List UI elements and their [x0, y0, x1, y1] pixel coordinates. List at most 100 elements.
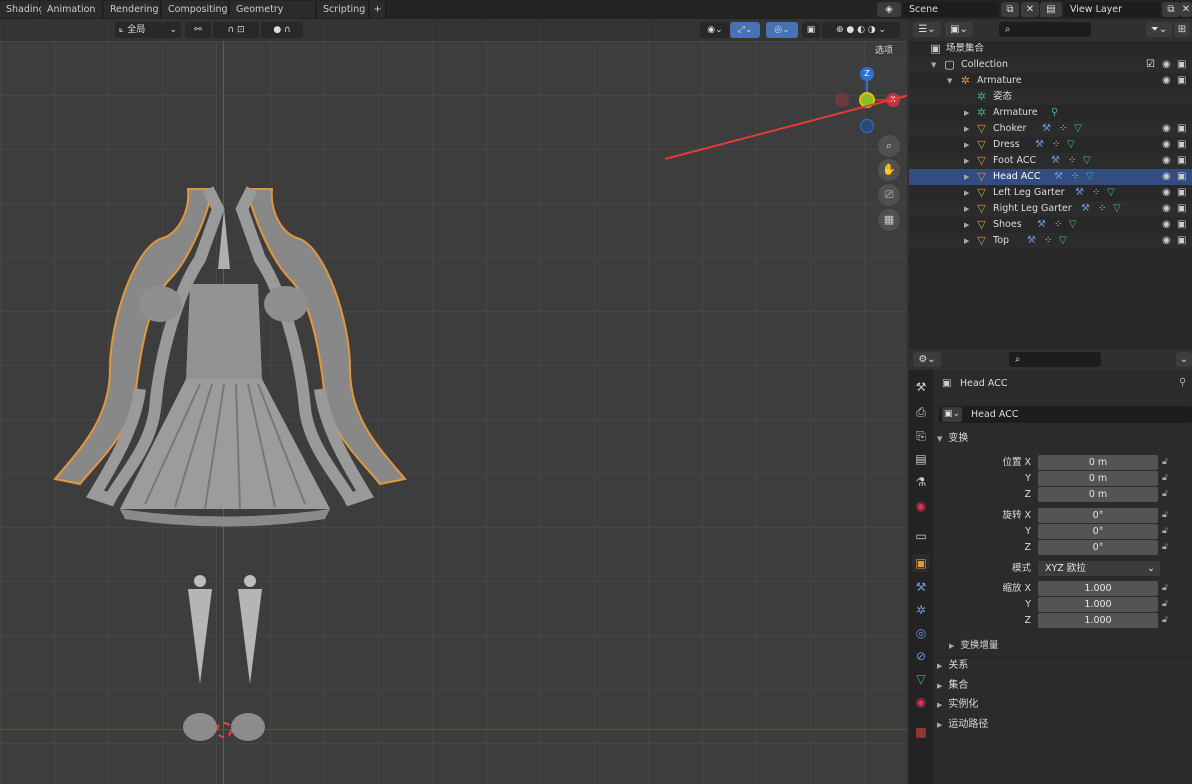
eye-icon[interactable]: ◉ [1162, 218, 1171, 232]
lock-icon[interactable]: 🔓︎ [1162, 455, 1168, 470]
display-mode-button[interactable]: ▣⌄ [945, 22, 973, 37]
outliner-row-dress[interactable]: ▶ ▽ Dress ⚒ ⁘ ▽ ◉ ▣ [909, 137, 1192, 153]
location-x-field[interactable]: 0 m [1038, 455, 1158, 470]
camera-icon[interactable]: ▣ [1177, 58, 1186, 72]
outliner-row-armature-data[interactable]: ▶ ✲ Armature ⚲ [909, 105, 1192, 121]
rotation-z-field[interactable]: 0° [1038, 540, 1158, 555]
add-workspace-button[interactable]: + [370, 1, 386, 18]
render-tab-icon[interactable]: ⎙ [912, 403, 930, 421]
pin-icon[interactable]: ⚲ [1179, 377, 1186, 388]
eye-icon[interactable]: ◉ [1162, 74, 1171, 88]
rotation-x-field[interactable]: 0° [1038, 508, 1158, 523]
lock-icon[interactable]: 🔓︎ [1162, 597, 1168, 612]
eye-icon[interactable]: ◉ [1162, 154, 1171, 168]
collections-panel-header[interactable]: ▶ 集合 [937, 678, 968, 694]
copy-view-layer-icon[interactable]: ⧉ [1162, 2, 1180, 17]
tab-shading[interactable]: Shading [0, 1, 45, 18]
filter-button[interactable]: ⏷⌄ [1146, 22, 1172, 37]
texture-tab-icon[interactable]: ▩ [912, 723, 930, 741]
camera-icon[interactable]: ▣ [1177, 218, 1186, 232]
lock-icon[interactable]: 🔓︎ [1162, 613, 1168, 628]
snapping-dropdown[interactable]: ∩ ⊡ [213, 22, 259, 38]
pivot-point-dropdown[interactable]: ⚯ [185, 22, 211, 38]
character-model[interactable] [40, 149, 420, 749]
eye-icon[interactable]: ◉ [1162, 234, 1171, 248]
lock-icon[interactable]: 🔓︎ [1162, 508, 1168, 523]
outliner-row-right-leg-garter[interactable]: ▶ ▽ Right Leg Garter ⚒ ⁘ ▽ ◉ ▣ [909, 201, 1192, 217]
camera-icon[interactable]: ▣ [1177, 170, 1186, 184]
collection-tab-icon[interactable]: ▭ [912, 527, 930, 545]
lock-icon[interactable]: 🔓︎ [1162, 581, 1168, 596]
modifier-tab-icon[interactable]: ⚒ [912, 578, 930, 596]
camera-icon[interactable]: ▣ [1177, 74, 1186, 88]
object-tab-icon[interactable]: ▣ [912, 554, 930, 572]
view-layer-tab-icon[interactable]: ▤ [912, 450, 930, 468]
checkbox-icon[interactable]: ☑ [1146, 58, 1155, 72]
eye-icon[interactable]: ◉ [1162, 138, 1171, 152]
tab-scripting[interactable]: Scripting [317, 1, 369, 18]
object-browse-icon[interactable]: ▣⌄ [942, 407, 962, 422]
location-z-field[interactable]: 0 m [1038, 487, 1158, 502]
rotation-y-field[interactable]: 0° [1038, 524, 1158, 539]
camera-icon[interactable]: ▣ [1177, 234, 1186, 248]
data-tab-icon[interactable]: ▽ [912, 670, 930, 688]
eye-icon[interactable]: ◉ [1162, 170, 1171, 184]
shading-modes[interactable]: ⊕ ● ◐ ◑ ⌄ [822, 22, 900, 38]
options-chevron-icon[interactable]: ⌄ [1176, 352, 1192, 367]
outliner-search-input[interactable]: ⌕ [999, 22, 1091, 37]
scale-x-field[interactable]: 1.000 [1038, 581, 1158, 596]
outliner-row-pose[interactable]: ✲ 姿态 [909, 89, 1192, 105]
proportional-editing-dropdown[interactable]: ● ∩ [261, 22, 303, 38]
scale-z-field[interactable]: 1.000 [1038, 613, 1158, 628]
outliner-scene-collection[interactable]: ▣ 场景集合 [909, 41, 1192, 57]
scene-browse-button[interactable]: ◈ [877, 2, 901, 17]
tab-geometry-nodes[interactable]: Geometry Nodes [230, 1, 316, 32]
material-tab-icon[interactable]: ◉ [912, 693, 930, 711]
scene-tab-icon[interactable]: ⚗ [912, 473, 930, 491]
outliner-row-top[interactable]: ▶ ▽ Top ⚒ ⁘ ▽ ◉ ▣ [909, 233, 1192, 249]
outliner-row-collection[interactable]: ▼ ▢ Collection ☑ ◉ ▣ [909, 57, 1192, 73]
delete-view-layer-icon[interactable]: ✕ [1180, 2, 1192, 17]
options-button[interactable]: 选项 [866, 43, 902, 59]
eye-icon[interactable]: ◉ [1162, 186, 1171, 200]
location-y-field[interactable]: 0 m [1038, 471, 1158, 486]
outliner-row-left-leg-garter[interactable]: ▶ ▽ Left Leg Garter ⚒ ⁘ ▽ ◉ ▣ [909, 185, 1192, 201]
lock-icon[interactable]: 🔓︎ [1162, 487, 1168, 502]
instancing-panel-header[interactable]: ▶ 实例化 [937, 697, 978, 713]
transform-orientation-dropdown[interactable]: ⟀ 全局 ⌄ [115, 22, 181, 38]
constraints-tab-icon[interactable]: ⊘ [912, 647, 930, 665]
outliner-row-armature[interactable]: ▼ ✲ Armature ◉ ▣ [909, 73, 1192, 89]
rotation-mode-dropdown[interactable]: XYZ 欧拉 ⌄ [1038, 561, 1160, 576]
world-tab-icon[interactable]: ◉ [912, 497, 930, 515]
object-name-field[interactable]: ▣⌄ Head ACC [939, 406, 1192, 423]
copy-scene-icon[interactable]: ⧉ [1001, 2, 1019, 17]
eye-icon[interactable]: ◉ [1162, 122, 1171, 136]
tab-rendering[interactable]: Rendering [104, 1, 161, 18]
camera-icon[interactable]: ▣ [1177, 122, 1186, 136]
particles-tab-icon[interactable]: ✲ [912, 601, 930, 619]
lock-icon[interactable]: 🔓︎ [1162, 540, 1168, 555]
grid-ortho-icon[interactable]: ▦ [878, 209, 900, 231]
camera-icon[interactable]: ⎚ [878, 184, 900, 206]
transform-panel-header[interactable]: ▼ 变换 [937, 431, 968, 447]
view-layer-browse-button[interactable]: ▤ [1040, 2, 1062, 17]
motion-paths-panel-header[interactable]: ▶ 运动路径 [937, 717, 988, 733]
tab-compositing[interactable]: Compositing [162, 1, 229, 18]
eye-icon[interactable]: ◉ [1162, 202, 1171, 216]
outliner-row-choker[interactable]: ▶ ▽ Choker ⚒ ⁘ ▽ ◉ ▣ [909, 121, 1192, 137]
properties-search-input[interactable]: ⌕ [1009, 352, 1101, 367]
3d-cursor-icon[interactable] [216, 722, 232, 738]
delta-transform-header[interactable]: ▶ 变换增量 [949, 638, 998, 654]
view-layer-name-field[interactable]: View Layer [1064, 2, 1160, 17]
overlay-toggle[interactable]: ◎⌄ [766, 22, 798, 38]
outliner-row-shoes[interactable]: ▶ ▽ Shoes ⚒ ⁘ ▽ ◉ ▣ [909, 217, 1192, 233]
new-collection-button[interactable]: ⊞ [1174, 22, 1190, 37]
relations-panel-header[interactable]: ▶ 关系 [937, 658, 968, 674]
scene-name-field[interactable]: Scene [903, 2, 999, 17]
camera-icon[interactable]: ▣ [1177, 186, 1186, 200]
tool-tab-icon[interactable]: ⚒ [912, 378, 930, 396]
camera-icon[interactable]: ▣ [1177, 202, 1186, 216]
output-tab-icon[interactable]: ⎘ [912, 427, 930, 445]
camera-icon[interactable]: ▣ [1177, 154, 1186, 168]
physics-tab-icon[interactable]: ◎ [912, 624, 930, 642]
